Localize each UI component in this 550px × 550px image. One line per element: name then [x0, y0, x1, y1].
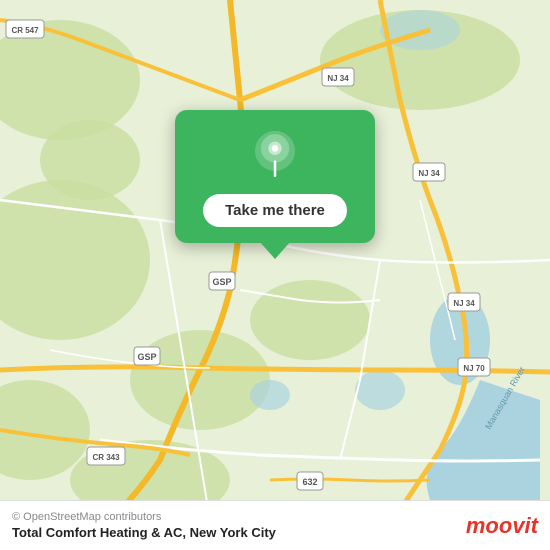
svg-text:GSP: GSP	[212, 277, 231, 287]
svg-text:NJ 34: NJ 34	[418, 169, 440, 178]
svg-text:NJ 34: NJ 34	[453, 299, 475, 308]
svg-text:GSP: GSP	[137, 352, 156, 362]
moovit-logo: moovit	[466, 513, 538, 539]
pin-icon	[250, 130, 300, 180]
moovit-logo-text: moovit	[466, 513, 538, 539]
take-me-there-button[interactable]: Take me there	[203, 194, 347, 227]
osm-attribution: © OpenStreetMap contributors	[12, 511, 276, 523]
svg-text:CR 547: CR 547	[11, 26, 39, 35]
map-container: Manasquan River GSP GSP NJ 34 NJ 34 NJ 3…	[0, 0, 550, 500]
svg-text:NJ 34: NJ 34	[327, 74, 349, 83]
svg-text:632: 632	[302, 477, 317, 487]
bottom-bar: © OpenStreetMap contributors Total Comfo…	[0, 500, 550, 550]
svg-text:NJ 70: NJ 70	[463, 364, 485, 373]
location-name: Total Comfort Heating & AC, New York Cit…	[12, 525, 276, 540]
location-popup: Take me there	[175, 110, 375, 243]
bottom-left-info: © OpenStreetMap contributors Total Comfo…	[12, 511, 276, 540]
svg-text:CR 343: CR 343	[92, 453, 120, 462]
